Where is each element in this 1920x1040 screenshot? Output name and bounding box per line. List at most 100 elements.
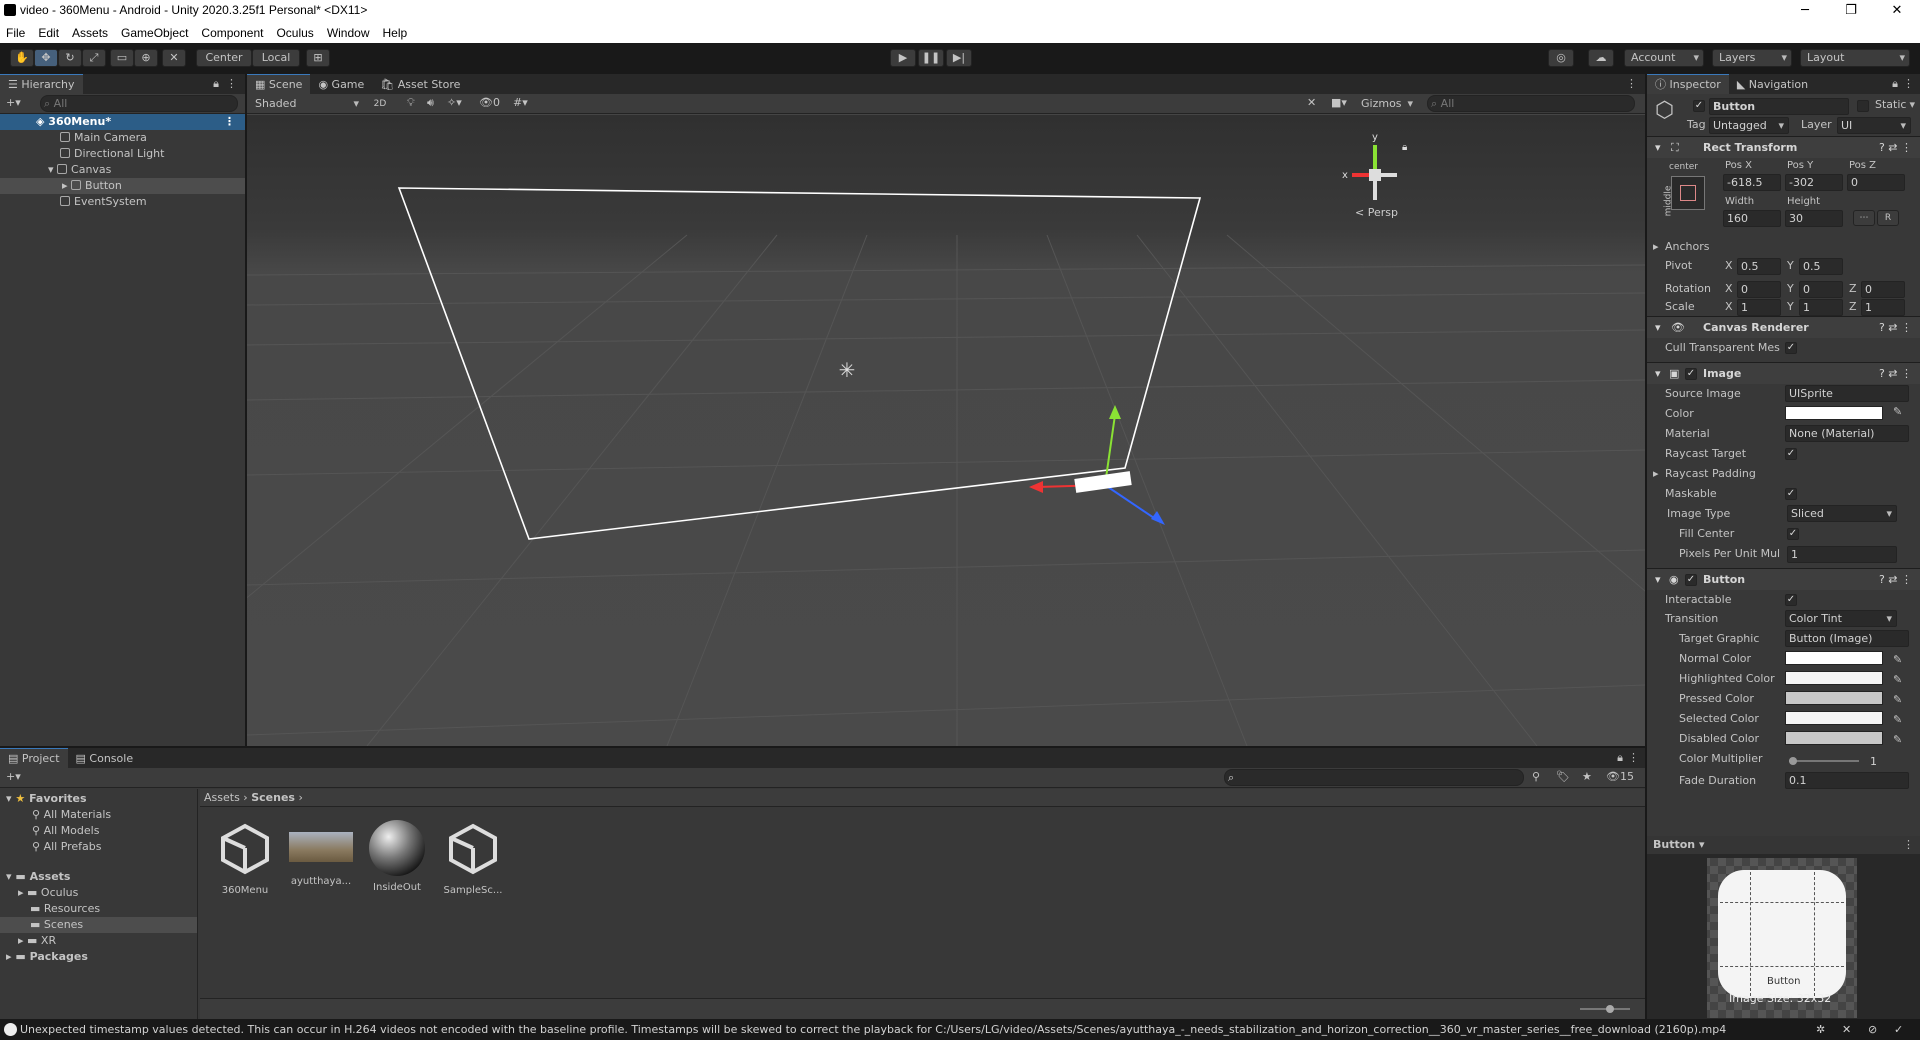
static-checkbox[interactable] xyxy=(1857,100,1869,112)
menu-edit[interactable]: Edit xyxy=(38,26,59,40)
cull-checkbox[interactable]: ✓ xyxy=(1785,342,1797,354)
gizmo-lock-icon[interactable]: 🔒︎ xyxy=(1402,142,1407,153)
pivot-x-field[interactable]: 0.5 xyxy=(1737,258,1781,275)
menu-assets[interactable]: Assets xyxy=(72,26,108,40)
shading-mode-dropdown[interactable]: Shaded xyxy=(251,96,363,112)
button-component-header[interactable]: ▾ ◉ ✓ Button ? ⇄ ⋮ xyxy=(1647,568,1920,590)
rect-tool-icon[interactable]: ▭ xyxy=(110,49,134,67)
expand-arrow-icon[interactable]: ▾ xyxy=(6,792,15,805)
breadcrumb-assets[interactable]: Assets xyxy=(204,791,240,804)
hierarchy-item-selected[interactable]: ▸ Button xyxy=(0,178,245,194)
raycast-target-checkbox[interactable]: ✓ xyxy=(1785,448,1797,460)
pivot-local-button[interactable]: Local xyxy=(252,49,300,67)
foldout-arrow-icon[interactable]: ▾ xyxy=(1655,363,1661,385)
tools-icon[interactable]: ✕ xyxy=(1307,96,1316,109)
rot-x-field[interactable]: 0 xyxy=(1737,281,1781,298)
search-by-label-icon[interactable]: 🏷︎ xyxy=(1556,770,1570,783)
eyedropper-icon[interactable]: ✎ xyxy=(1893,405,1902,418)
width-field[interactable]: 160 xyxy=(1723,210,1781,227)
grid-icon[interactable]: #▾ xyxy=(513,96,528,109)
foldout-arrow-icon[interactable]: ▾ xyxy=(1655,317,1661,339)
breadcrumb-scenes[interactable]: Scenes xyxy=(251,791,295,804)
debug-icon[interactable]: ✲ xyxy=(1816,1019,1825,1040)
object-name-field[interactable]: Button xyxy=(1709,98,1849,115)
account-dropdown[interactable]: Account xyxy=(1624,49,1704,67)
tab-hierarchy[interactable]: ☰ Hierarchy xyxy=(0,74,83,94)
transform-tool-icon[interactable]: ⊕ xyxy=(134,49,158,67)
layout-dropdown[interactable]: Layout xyxy=(1800,49,1910,67)
raw-edit-button[interactable]: R xyxy=(1877,210,1899,226)
scale-x-field[interactable]: 1 xyxy=(1737,299,1781,316)
rect-transform-header[interactable]: ▾ ⛶ Rect Transform ? ⇄ ⋮ xyxy=(1647,136,1920,158)
height-field[interactable]: 30 xyxy=(1785,210,1843,227)
source-image-field[interactable]: UISprite xyxy=(1785,385,1909,402)
tab-project[interactable]: ▤ Project xyxy=(0,748,68,768)
ppu-field[interactable]: 1 xyxy=(1787,546,1897,563)
raycast-padding-label[interactable]: Raycast Padding xyxy=(1665,467,1756,480)
image-type-dropdown[interactable]: Sliced xyxy=(1787,505,1897,522)
scene-kebab-icon[interactable]: ⋮ xyxy=(1626,77,1637,90)
expand-arrow-icon[interactable]: ▾ xyxy=(48,163,57,176)
auto-refresh-icon[interactable]: ✓ xyxy=(1894,1019,1903,1040)
inspector-lock-icon[interactable]: 🔒︎ xyxy=(1892,77,1898,91)
packages-row[interactable]: ▸ ▬ Packages xyxy=(0,949,197,965)
pivot-y-field[interactable]: 0.5 xyxy=(1799,258,1843,275)
menu-file[interactable]: File xyxy=(6,26,25,40)
pause-icon[interactable]: ❚❚ xyxy=(918,49,944,67)
scale-z-field[interactable]: 1 xyxy=(1861,299,1905,316)
fill-center-checkbox[interactable]: ✓ xyxy=(1787,528,1799,540)
folder-item-selected[interactable]: ▬ Scenes xyxy=(0,917,197,933)
favorites-row[interactable]: ▾ ★ Favorites xyxy=(0,791,197,807)
transition-dropdown[interactable]: Color Tint xyxy=(1785,610,1897,627)
folder-item[interactable]: ▸ ▬ XR xyxy=(0,933,197,949)
raycast-padding-foldout-icon[interactable]: ▸ xyxy=(1653,467,1659,480)
color-swatch[interactable] xyxy=(1785,406,1883,420)
asset-tile[interactable]: SampleSc... xyxy=(438,820,508,906)
favorite-item[interactable]: ⚲ All Materials xyxy=(0,807,197,823)
scene-viewport[interactable]: ✳ y x 🔒︎ < Persp xyxy=(247,115,1645,746)
rotate-tool-icon[interactable]: ↻ xyxy=(58,49,82,67)
project-kebab-icon[interactable]: ⋮ xyxy=(1628,751,1639,764)
tag-dropdown[interactable]: Untagged xyxy=(1709,117,1789,134)
lighting-icon[interactable]: 💡︎ xyxy=(407,96,415,110)
static-dropdown[interactable]: Static xyxy=(1871,98,1919,111)
layers-dropdown[interactable]: Layers xyxy=(1712,49,1792,67)
project-lock-icon[interactable]: 🔒︎ xyxy=(1617,751,1623,765)
rot-y-field[interactable]: 0 xyxy=(1799,281,1843,298)
step-icon[interactable]: ▶| xyxy=(946,49,972,67)
hierarchy-search-input[interactable]: ⌕ All xyxy=(40,95,238,112)
blueprint-mode-icon[interactable]: ⋯ xyxy=(1853,210,1875,226)
menu-gameobject[interactable]: GameObject xyxy=(121,26,188,40)
grid-snap-icon[interactable]: ⊞ xyxy=(306,49,330,67)
hierarchy-item[interactable]: ▾ Canvas xyxy=(0,162,245,178)
tab-inspector[interactable]: ⓘ Inspector xyxy=(1647,74,1729,94)
layer-dropdown[interactable]: UI xyxy=(1837,117,1911,134)
asset-tile[interactable]: InsideOut xyxy=(362,820,432,906)
canvas-renderer-header[interactable]: ▾ 👁︎ Canvas Renderer ? ⇄ ⋮ xyxy=(1647,316,1920,338)
tab-console[interactable]: ▤ Console xyxy=(68,749,142,769)
hierarchy-item[interactable]: Main Camera xyxy=(0,130,245,146)
selected-color-swatch[interactable] xyxy=(1785,711,1883,725)
favorite-item[interactable]: ⚲ All Models xyxy=(0,823,197,839)
asset-tile[interactable]: ayutthaya... xyxy=(286,820,356,906)
scale-y-field[interactable]: 1 xyxy=(1799,299,1843,316)
create-plus-icon[interactable]: +▾ xyxy=(6,96,21,109)
tab-asset-store[interactable]: 🛍︎ Asset Store xyxy=(372,75,468,95)
hidden-packages-icon[interactable]: 👁︎15 xyxy=(1606,770,1634,783)
hierarchy-item[interactable]: Directional Light xyxy=(0,146,245,162)
folder-item[interactable]: ▸ ▬ Oculus xyxy=(0,885,197,901)
collapse-arrow-icon[interactable]: ▸ xyxy=(62,179,71,192)
search-by-type-icon[interactable]: ⚲ xyxy=(1532,770,1540,783)
assets-row[interactable]: ▾ ▬ Assets xyxy=(0,869,197,885)
menu-oculus[interactable]: Oculus xyxy=(276,26,313,40)
project-create-icon[interactable]: +▾ xyxy=(6,770,21,783)
expand-arrow-icon[interactable]: ▾ xyxy=(6,870,15,883)
menu-window[interactable]: Window xyxy=(327,26,370,40)
custom-tool-icon[interactable]: ✕ xyxy=(162,49,186,67)
menu-component[interactable]: Component xyxy=(201,26,263,40)
scale-tool-icon[interactable]: ⤢ xyxy=(82,49,106,67)
maskable-checkbox[interactable]: ✓ xyxy=(1785,488,1797,500)
pos-y-field[interactable]: -302 xyxy=(1785,174,1843,191)
anchors-foldout-icon[interactable]: ▸ xyxy=(1653,240,1659,253)
image-header[interactable]: ▾ ▣ ✓ Image ? ⇄ ⋮ xyxy=(1647,362,1920,384)
